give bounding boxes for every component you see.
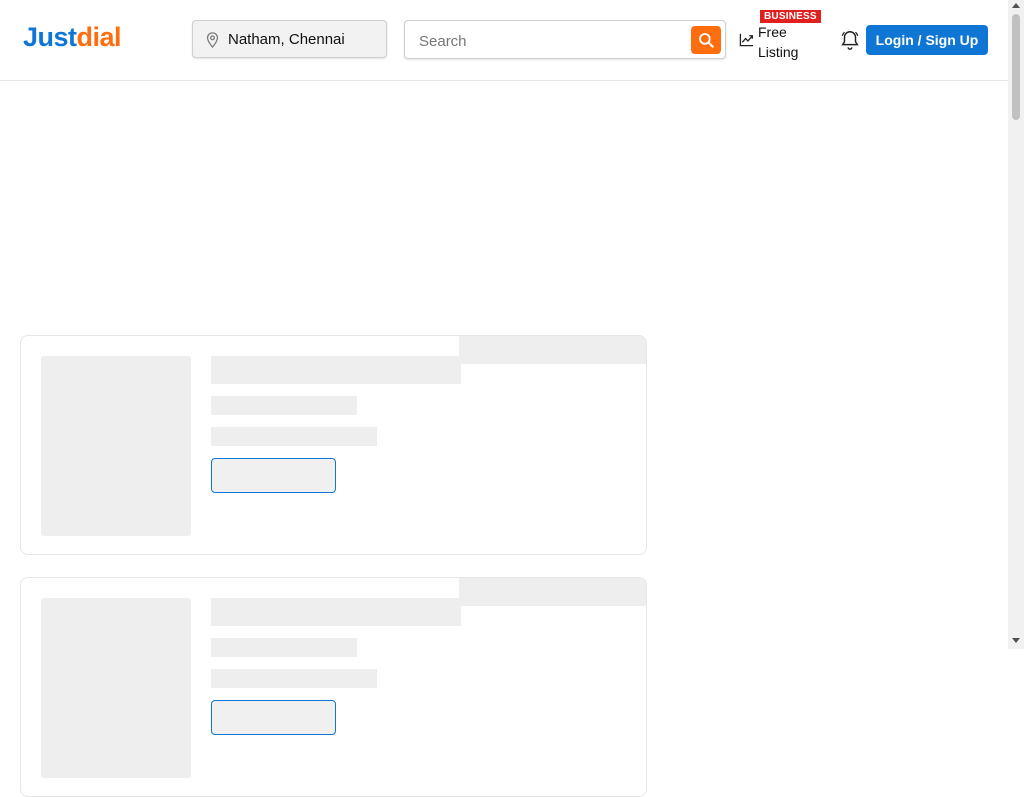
image-placeholder (41, 598, 191, 778)
free-listing-link[interactable]: BUSINESS Free Listing (738, 10, 828, 62)
text-line-placeholder (211, 396, 357, 415)
location-text: Natham, Chennai (228, 31, 345, 48)
search-button[interactable] (691, 26, 721, 54)
login-signup-button[interactable]: Login / Sign Up (866, 25, 988, 55)
free-listing-label: Free Listing (758, 24, 799, 60)
text-line-placeholder (211, 638, 357, 657)
tag-placeholder (459, 578, 646, 606)
text-line-placeholder (211, 669, 377, 688)
listing-card-placeholder (20, 577, 647, 797)
bell-icon[interactable] (839, 28, 861, 52)
text-line-placeholder (211, 427, 377, 446)
justdial-logo[interactable]: Justdial (23, 22, 122, 53)
scrollbar-thumb[interactable] (1012, 14, 1020, 120)
search-input[interactable] (417, 29, 681, 53)
listing-card-placeholder (20, 335, 647, 555)
scroll-up-arrow-icon[interactable] (1012, 3, 1020, 8)
button-placeholder (211, 458, 336, 493)
top-header: Justdial Natham, Chennai BUSINESS Free L… (0, 0, 1008, 81)
button-placeholder (211, 700, 336, 735)
tag-placeholder (459, 336, 646, 364)
search-box (404, 20, 726, 59)
location-selector[interactable]: Natham, Chennai (192, 20, 387, 58)
image-placeholder (41, 356, 191, 536)
trending-up-icon (739, 33, 754, 47)
title-placeholder (211, 356, 461, 384)
scroll-down-arrow-icon[interactable] (1012, 638, 1020, 643)
title-placeholder (211, 598, 461, 626)
vertical-scrollbar[interactable] (1008, 0, 1024, 649)
search-icon (699, 33, 714, 48)
location-pin-icon (206, 32, 219, 49)
